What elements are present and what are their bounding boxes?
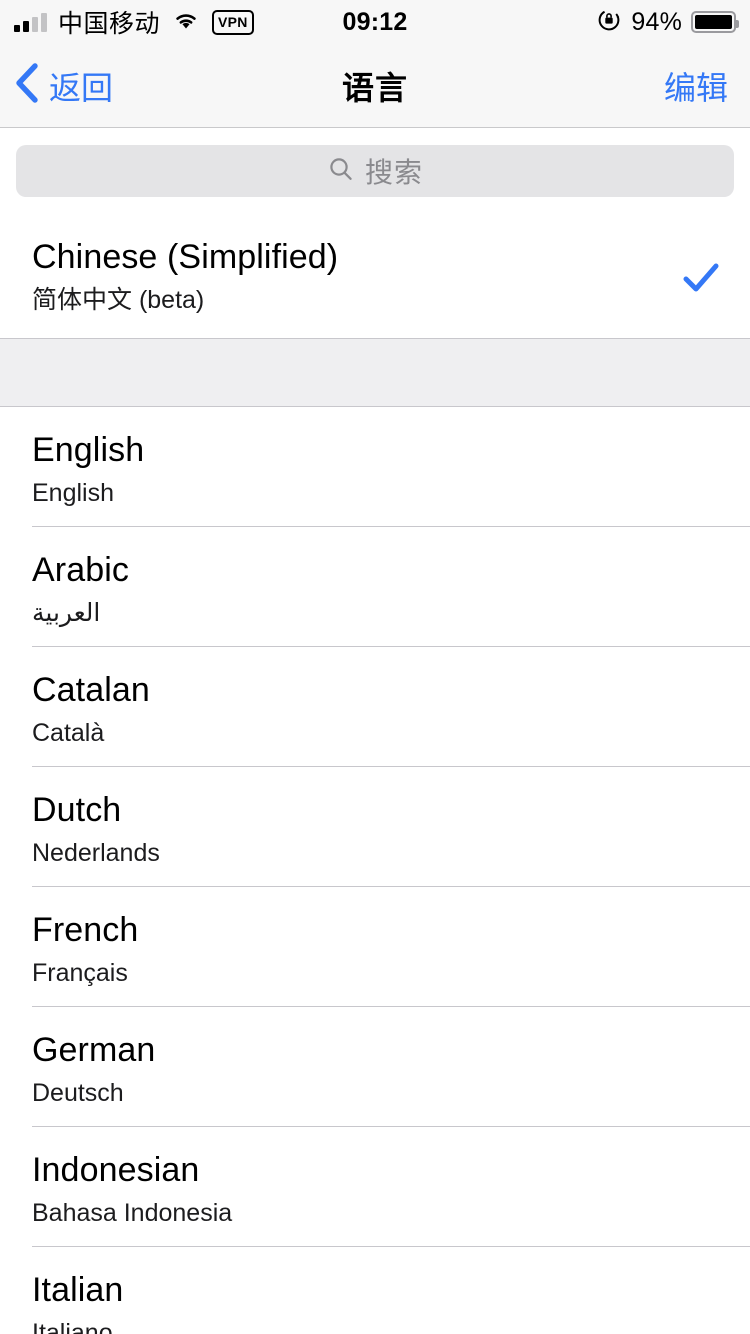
list-item[interactable]: Chinese (Simplified) 简体中文 (beta): [0, 214, 750, 338]
language-native-name: Català: [32, 718, 105, 747]
rotation-lock-icon: [596, 7, 622, 38]
language-name: English: [32, 431, 145, 469]
language-name: French: [32, 911, 139, 949]
search-placeholder: 搜索: [364, 157, 423, 188]
list-item[interactable]: English English: [0, 407, 750, 527]
language-native-name: Deutsch: [32, 1078, 124, 1107]
search-input[interactable]: 搜索: [16, 145, 734, 197]
language-native-name: English: [32, 478, 114, 507]
list-item[interactable]: French Français: [0, 887, 750, 1007]
list-item[interactable]: Dutch Nederlands: [0, 767, 750, 887]
battery-icon: [691, 11, 739, 33]
list-item[interactable]: Indonesian Bahasa Indonesia: [0, 1127, 750, 1247]
list-item[interactable]: Italian Italiano: [0, 1247, 750, 1334]
language-native-name: Nederlands: [32, 838, 160, 867]
language-native-name: Italiano: [32, 1318, 113, 1334]
list-item[interactable]: Arabic العربية: [0, 527, 750, 647]
language-name: Italian: [32, 1271, 124, 1309]
language-native-name: 简体中文 (beta): [32, 285, 205, 314]
search-icon: [327, 155, 355, 188]
battery-percent-label: 94%: [631, 7, 682, 36]
navigation-bar: 返回 语言 编辑: [0, 44, 750, 128]
status-bar: 中国移动 VPN 09:12 94%: [0, 0, 750, 44]
language-name: Dutch: [32, 791, 122, 829]
search-bar-container: 搜索: [0, 128, 750, 214]
available-languages-section: English English Arabic العربية Catalan C…: [0, 407, 750, 1334]
language-name: Chinese (Simplified): [32, 238, 339, 276]
status-bar-right: 94%: [596, 0, 739, 44]
language-native-name: العربية: [32, 598, 101, 627]
page-title: 语言: [341, 69, 408, 106]
language-name: Catalan: [32, 671, 150, 709]
language-name: Arabic: [32, 551, 129, 589]
checkmark-icon: [681, 258, 721, 298]
list-item[interactable]: German Deutsch: [0, 1007, 750, 1127]
section-separator: [0, 338, 750, 407]
selected-language-section: Chinese (Simplified) 简体中文 (beta): [0, 214, 750, 338]
list-item[interactable]: Catalan Català: [0, 647, 750, 767]
clock-label: 09:12: [342, 7, 408, 36]
language-name: Indonesian: [32, 1151, 200, 1189]
language-native-name: Bahasa Indonesia: [32, 1198, 233, 1227]
phone-screen: 中国移动 VPN 09:12 94% 返回 语言 编辑 搜索 Chinese (…: [0, 0, 750, 1334]
edit-button[interactable]: 编辑: [664, 63, 728, 109]
language-native-name: Français: [32, 958, 128, 987]
language-name: German: [32, 1031, 156, 1069]
